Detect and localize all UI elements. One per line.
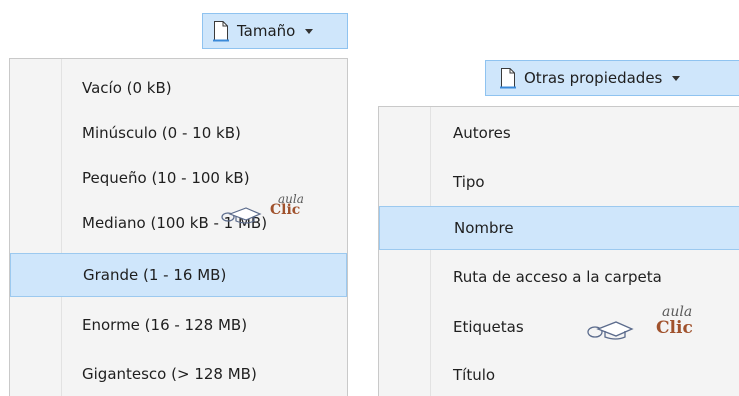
other-properties-button[interactable]: Otras propiedades xyxy=(485,60,739,96)
property-option-authors[interactable]: Autores xyxy=(380,111,738,155)
menu-item-label: Ruta de acceso a la carpeta xyxy=(453,268,662,286)
other-properties-label: Otras propiedades xyxy=(524,69,663,87)
chevron-down-icon xyxy=(305,28,314,34)
menu-item-label: Etiquetas xyxy=(453,318,524,336)
menu-item-label: Gigantesco (> 128 MB) xyxy=(82,365,257,383)
size-option-tiny[interactable]: Minúsculo (0 - 10 kB) xyxy=(11,111,346,155)
size-filter-label: Tamaño xyxy=(237,22,296,40)
chevron-down-icon xyxy=(672,75,681,81)
menu-item-label: Vacío (0 kB) xyxy=(82,79,172,97)
graduation-cap-icon xyxy=(587,321,634,340)
menu-item-label: Título xyxy=(453,366,496,384)
screen: Tamaño Vacío (0 kB) Minúsculo (0 - 10 kB… xyxy=(0,0,739,396)
aulaclic-watermark: aula Clic xyxy=(220,192,350,234)
menu-item-label: Minúsculo (0 - 10 kB) xyxy=(82,124,241,142)
menu-item-label: Enorme (16 - 128 MB) xyxy=(82,316,248,334)
document-icon xyxy=(500,67,516,89)
size-option-empty[interactable]: Vacío (0 kB) xyxy=(11,66,346,110)
properties-menu: Autores Tipo Nombre Ruta de acceso a la … xyxy=(378,106,739,396)
menu-item-label: Tipo xyxy=(453,173,485,191)
aulaclic-watermark: aula Clic xyxy=(586,304,716,346)
watermark-clic-text: Clic xyxy=(270,202,301,218)
menu-item-label: Pequeño (10 - 100 kB) xyxy=(82,169,250,187)
menu-item-label: Grande (1 - 16 MB) xyxy=(83,266,227,284)
size-filter-button[interactable]: Tamaño xyxy=(202,13,348,49)
menu-item-label: Autores xyxy=(453,124,511,142)
graduation-cap-icon xyxy=(221,207,262,224)
property-option-type[interactable]: Tipo xyxy=(380,160,738,204)
document-icon xyxy=(213,20,229,42)
size-option-gigantic[interactable]: Gigantesco (> 128 MB) xyxy=(11,352,346,396)
property-option-name[interactable]: Nombre xyxy=(379,206,739,250)
size-option-huge[interactable]: Enorme (16 - 128 MB) xyxy=(11,303,346,347)
property-option-title[interactable]: Título xyxy=(380,353,738,396)
property-option-folder-path[interactable]: Ruta de acceso a la carpeta xyxy=(380,255,738,299)
watermark-clic-text: Clic xyxy=(656,318,693,338)
menu-item-label: Nombre xyxy=(454,219,514,237)
size-option-large[interactable]: Grande (1 - 16 MB) xyxy=(10,253,347,297)
